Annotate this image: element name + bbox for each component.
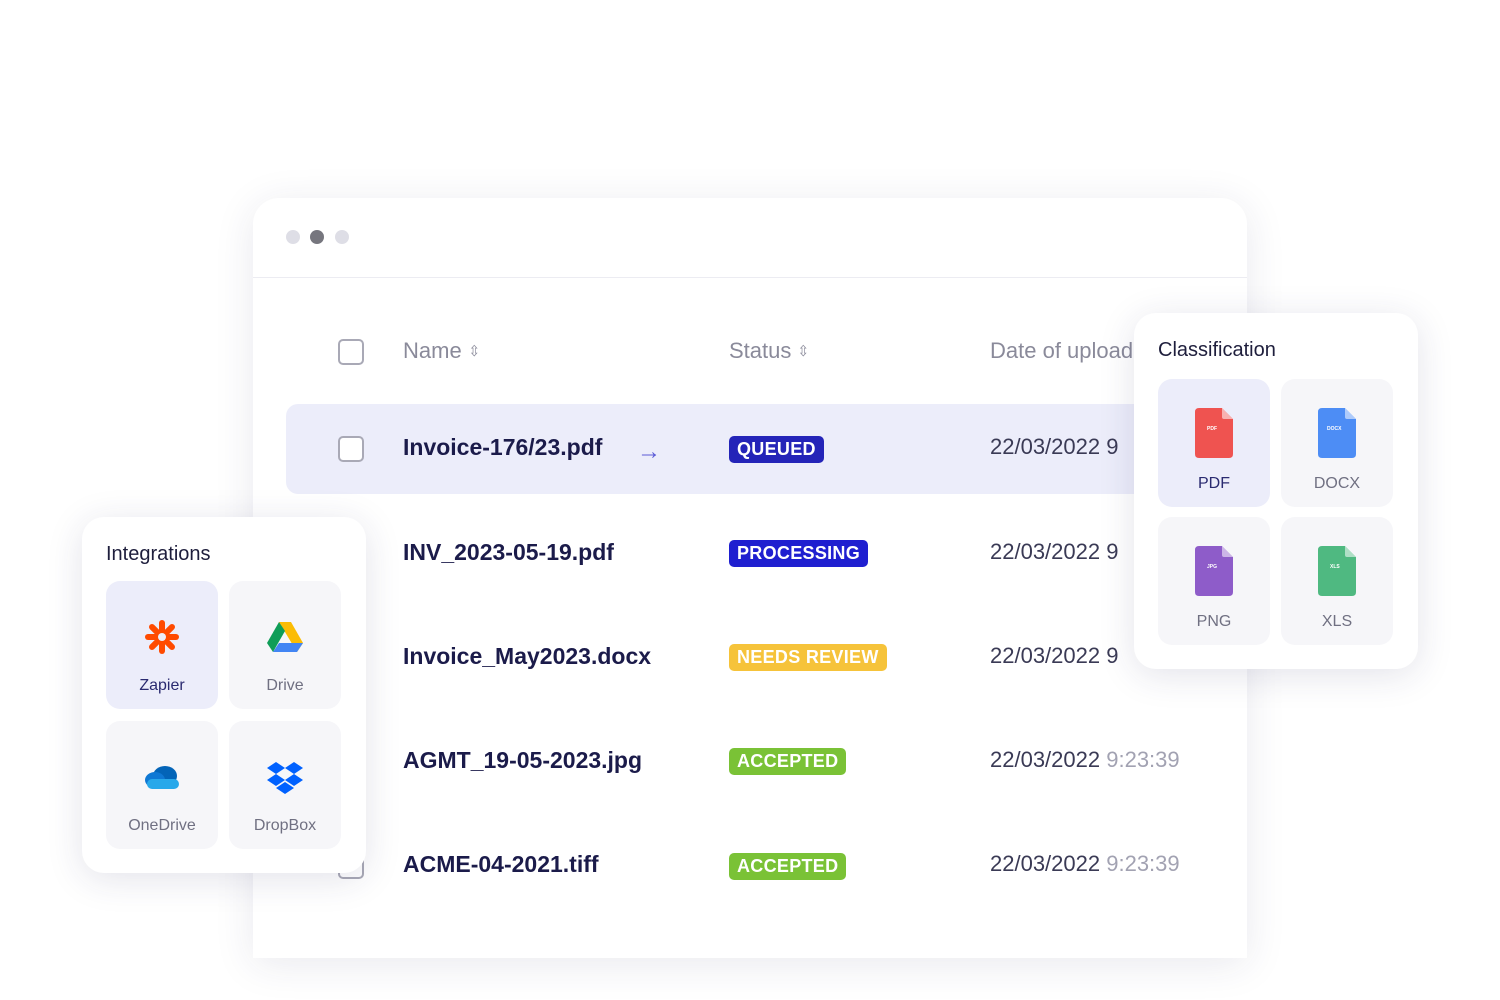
status-badge: NEEDS REVIEW — [729, 644, 887, 671]
upload-date: 22/03/2022 9:23:39 — [990, 851, 1180, 877]
sort-icon: ⇳ — [468, 343, 480, 360]
integration-label: Zapier — [139, 677, 185, 694]
upload-date: 22/03/2022 9 — [990, 539, 1119, 564]
file-name[interactable]: AGMT_19-05-2023.jpg — [403, 747, 642, 774]
integration-onedrive[interactable]: OneDrive — [106, 721, 218, 849]
window-dot-2[interactable] — [310, 230, 324, 244]
file-tag: DOCX — [1327, 426, 1342, 432]
jpg-file-icon: JPG — [1195, 546, 1233, 596]
integrations-title: Integrations — [106, 543, 211, 565]
docx-file-icon: DOCX — [1318, 408, 1356, 458]
google-drive-icon — [267, 622, 303, 652]
sort-icon: ⇳ — [798, 343, 810, 360]
upload-date: 22/03/2022 9 — [990, 434, 1119, 459]
classification-label: DOCX — [1313, 475, 1361, 492]
classification-label: PDF — [1198, 475, 1230, 492]
classification-docx[interactable]: DOCX DOCX — [1281, 379, 1393, 507]
upload-date-day: 22/03/2022 — [990, 747, 1101, 772]
classification-xls[interactable]: XLS XLS — [1281, 517, 1393, 645]
classification-label: XLS — [1321, 613, 1353, 630]
classification-png[interactable]: JPG PNG — [1158, 517, 1270, 645]
integration-drive[interactable]: Drive — [229, 581, 341, 709]
status-header-label: Status — [729, 338, 792, 363]
upload-date-time: 9:23:39 — [1106, 851, 1180, 876]
dropbox-icon — [267, 762, 303, 794]
window-dot-3[interactable] — [335, 230, 349, 244]
name-column-header[interactable]: Name ⇳ — [403, 338, 480, 364]
file-name[interactable]: ACME-04-2021.tiff — [403, 851, 599, 878]
date-column-header[interactable]: Date of upload — [990, 338, 1135, 364]
status-badge: QUEUED — [729, 436, 824, 463]
classification-title: Classification — [1158, 339, 1276, 361]
integration-zapier[interactable]: Zapier — [106, 581, 218, 709]
file-name[interactable]: INV_2023-05-19.pdf — [403, 539, 614, 566]
upload-date-day: 22/03/2022 — [990, 851, 1101, 876]
xls-file-icon: XLS — [1318, 546, 1356, 596]
pdf-file-icon: PDF — [1195, 408, 1233, 458]
date-header-label: Date of upload — [990, 338, 1134, 363]
classification-card: Classification PDF PDF DOCX DOCX JPG PNG… — [1134, 313, 1418, 669]
window-dot-1[interactable] — [286, 230, 300, 244]
upload-date: 22/03/2022 9 — [990, 643, 1119, 668]
upload-date: 22/03/2022 9:23:39 — [990, 747, 1180, 773]
integration-dropbox[interactable]: DropBox — [229, 721, 341, 849]
status-badge: ACCEPTED — [729, 853, 847, 880]
file-tag: JPG — [1207, 564, 1217, 570]
row-checkbox[interactable] — [338, 436, 364, 462]
select-all-checkbox[interactable] — [338, 339, 364, 365]
file-name[interactable]: Invoice-176/23.pdf — [403, 434, 602, 461]
status-badge: ACCEPTED — [729, 748, 847, 775]
name-header-label: Name — [403, 338, 462, 363]
classification-label: PNG — [1196, 613, 1232, 630]
upload-date-time: 9:23:39 — [1106, 747, 1180, 772]
integration-label: Drive — [266, 677, 304, 694]
arrow-right-icon[interactable]: → — [637, 438, 661, 466]
documents-window: Name ⇳ Status ⇳ Date of upload Invoice-176… — [253, 198, 1247, 958]
file-tag: PDF — [1207, 426, 1217, 432]
status-badge: PROCESSING — [729, 540, 869, 567]
zapier-icon — [145, 620, 179, 654]
classification-pdf[interactable]: PDF PDF — [1158, 379, 1270, 507]
integration-label: DropBox — [253, 817, 317, 834]
integration-label: OneDrive — [128, 817, 196, 834]
integrations-card: Integrations Zapier Drive OneDrive DropB… — [82, 517, 366, 873]
onedrive-icon — [145, 766, 179, 789]
file-name[interactable]: Invoice_May2023.docx — [403, 643, 651, 670]
window-titlebar — [253, 198, 1247, 278]
file-tag: XLS — [1330, 564, 1340, 570]
status-column-header[interactable]: Status ⇳ — [729, 338, 810, 364]
